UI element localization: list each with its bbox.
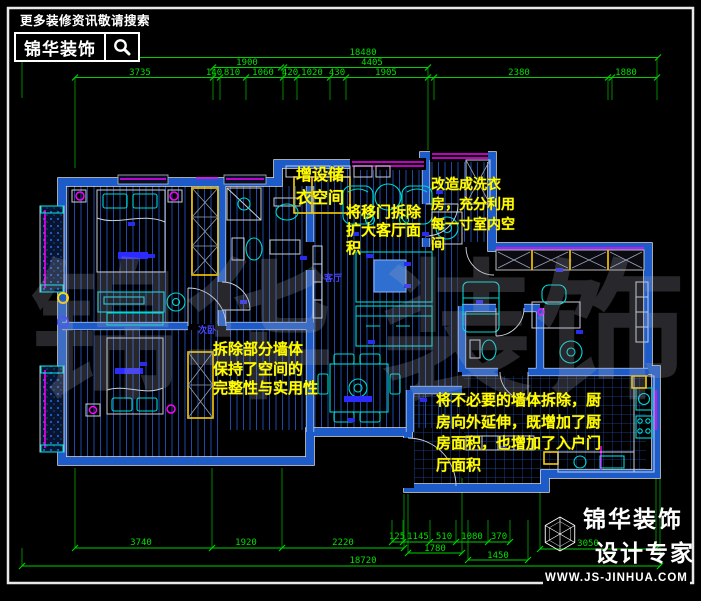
dim-bot-s4: 370 <box>491 532 507 542</box>
dim-bot-s2: 510 <box>436 532 452 542</box>
dim-top-4: 420 <box>282 68 298 78</box>
annotation-laundry: 改造成洗衣 房，充分利用 每一寸室内空 间 <box>431 174 515 254</box>
brand-name: 锦华装饰 <box>16 34 104 60</box>
dim-top-6: 430 <box>329 68 345 78</box>
dim-top-9: 1880 <box>615 68 637 78</box>
annotation-line: 房面积，也增加了入户门 <box>436 433 601 455</box>
dim-bot-m1: 1920 <box>235 538 257 548</box>
footer-brand-block: 锦华装饰 设计专家 WWW.JS-JINHUA.COM <box>543 500 695 586</box>
dim-top-overall: 18480 <box>349 48 376 58</box>
search-hint-text: 更多装修资讯敬请搜索 <box>20 10 140 29</box>
annotation-line: 房，充分利用 <box>431 194 515 214</box>
annotation-closet: 增设储 衣空间 <box>296 164 344 210</box>
annotation-line: 将移门拆除 <box>346 204 421 222</box>
floorplan-page: 18480 1900 4405 3735 140 810 1060 420 10… <box>0 0 701 601</box>
dim-top-7: 1905 <box>375 68 397 78</box>
dimensions-top: 18480 1900 4405 3735 140 810 1060 420 10… <box>19 48 661 168</box>
annotation-line: 积 <box>346 240 421 258</box>
annotation-wall-removal: 拆除部分墙体 保持了空间的 完整性与实用性 <box>213 340 318 399</box>
brand-search-box: 锦华装饰 <box>14 32 140 62</box>
annotation-line: 改造成洗衣 <box>431 174 515 194</box>
dim-bot-m0: 3740 <box>130 538 152 548</box>
dim-bot-s3: 1080 <box>461 532 483 542</box>
room-label-living: 客厅 <box>323 272 342 283</box>
annotation-sliding-door: 将移门拆除 扩大客厅面 积 <box>346 204 421 258</box>
annotation-line: 拆除部分墙体 <box>213 340 318 360</box>
dim-bot-s0: 125 <box>389 532 405 542</box>
annotation-line: 厅面积 <box>436 455 601 477</box>
dim-top-8: 2380 <box>508 68 530 78</box>
footer-tagline: 设计专家 <box>595 534 695 568</box>
annotation-line: 保持了空间的 <box>213 360 318 380</box>
dim-bot-s1: 1145 <box>407 532 429 542</box>
annotation-kitchen: 将不必要的墙体拆除，厨 房向外延伸，既增加了厨 房面积，也增加了入户门 厅面积 <box>436 390 601 476</box>
annotation-line: 每一寸室内空 <box>431 214 515 234</box>
room-label-bedroom2: 次卧 <box>198 324 216 335</box>
dim-top-0: 3735 <box>129 68 151 78</box>
dim-top-mid-1: 4405 <box>361 58 383 68</box>
header-brand-block: 更多装修资讯敬请搜索 锦华装饰 <box>14 10 140 62</box>
search-icon-cell <box>104 34 138 60</box>
dim-top-1: 140 <box>206 68 222 78</box>
annotation-line: 间 <box>431 234 515 254</box>
search-icon <box>112 37 132 57</box>
dim-top-5: 1020 <box>301 68 323 78</box>
annotation-line: 扩大客厅面 <box>346 222 421 240</box>
dim-top-mid-0: 1900 <box>236 58 258 68</box>
annotation-line: 增设储 <box>296 164 344 187</box>
annotation-line: 房向外延伸，既增加了厨 <box>436 412 601 434</box>
dim-bot-m2: 2220 <box>332 538 354 548</box>
footer-website: WWW.JS-JINHUA.COM <box>543 571 690 585</box>
dim-top-3: 1060 <box>252 68 274 78</box>
footer-brand-name: 锦华装饰 <box>583 500 695 534</box>
dim-bot-m3: 1780 <box>424 544 446 554</box>
annotation-line: 衣空间 <box>296 187 344 210</box>
dim-bot-m4: 1450 <box>487 551 509 561</box>
dim-top-2: 810 <box>224 68 240 78</box>
cube-logo-icon <box>543 503 577 565</box>
dim-bot-overall: 18720 <box>349 556 376 566</box>
annotation-line: 将不必要的墙体拆除，厨 <box>436 390 601 412</box>
annotation-line: 完整性与实用性 <box>213 379 318 399</box>
